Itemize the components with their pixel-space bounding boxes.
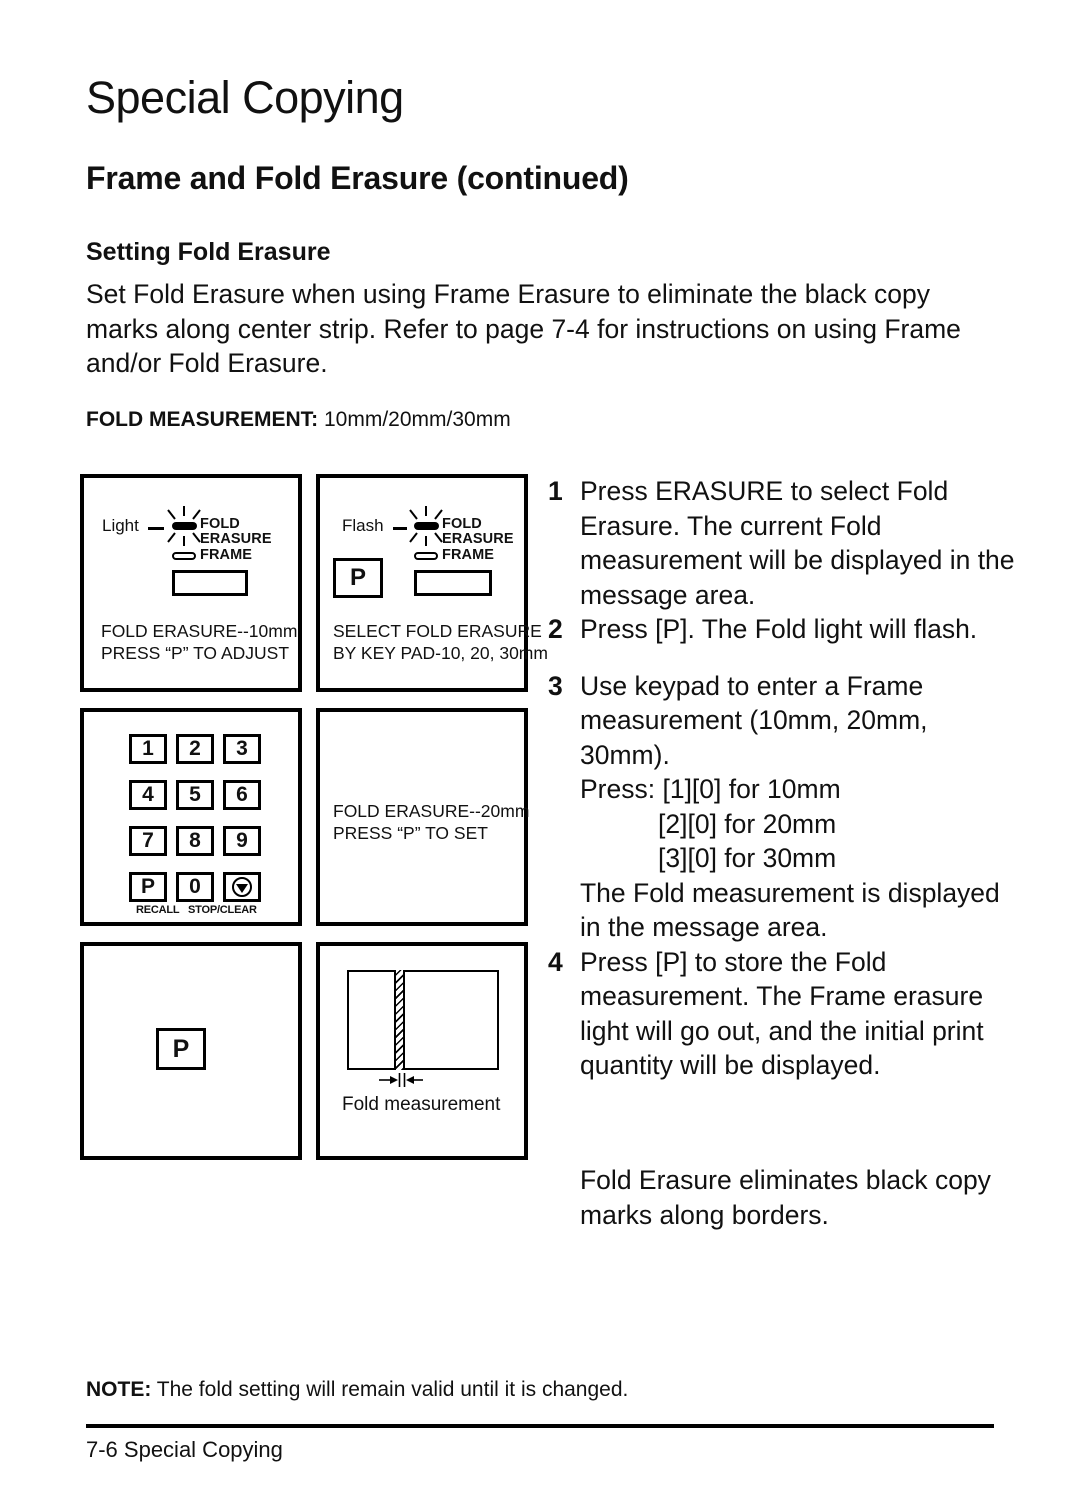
footer-note: NOTE: The fold setting will remain valid… [86, 1378, 628, 1402]
step-item-2: 2 Press [P]. The Fold light will flash. [548, 612, 1018, 647]
step-item-3: 3 Use keypad to enter a Frame measuremen… [548, 669, 1018, 945]
step-number: 1 [548, 476, 563, 506]
keypad-key-6[interactable]: 6 [223, 780, 261, 810]
figure-panel-press-p: P [80, 942, 302, 1160]
closing-paragraph: Fold Erasure eliminates black copy marks… [580, 1165, 991, 1230]
keypad-key-0[interactable]: 0 [176, 872, 214, 902]
instruction-steps: 1 Press ERASURE to select Fold Erasure. … [548, 474, 1018, 1083]
step-text-block: Use keypad to enter a Frame measurement … [580, 669, 1018, 945]
keypad-sublabel-stop-clear: STOP/CLEAR [188, 904, 257, 916]
fold-measurement-line: FOLD MEASUREMENT: 10mm/20mm/30mm [86, 408, 511, 432]
led-unlit-indicator [172, 552, 196, 560]
keypad-key-2[interactable]: 2 [176, 734, 214, 764]
keypad-key-p[interactable]: P [129, 872, 167, 902]
keypad-key-7[interactable]: 7 [129, 826, 167, 856]
note-label: NOTE: [86, 1378, 152, 1401]
figure-panel-keypad: 1 2 3 4 5 6 7 8 9 P 0 RECALL STOP/CLEAR [80, 708, 302, 926]
step-text: Press [P]. The Fold light will flash. [580, 614, 978, 644]
step-number: 4 [548, 946, 563, 977]
led-unlit-indicator [414, 552, 438, 560]
figure-panel-fold-10mm: Light FOLD ERASURE FRAME FOLD ERASURE--1… [80, 474, 302, 692]
step-text: Press [P] to store the Fold measurement.… [580, 946, 984, 1081]
stop-clear-icon [232, 877, 252, 897]
section-title: Frame and Fold Erasure (continued) [86, 160, 629, 196]
led-lit-indicator [172, 522, 197, 530]
keypad-key-8[interactable]: 8 [176, 826, 214, 856]
step-number: 2 [548, 614, 563, 644]
p-key-button[interactable]: P [156, 1028, 206, 1070]
fold-measurement-values: 10mm/20mm/30mm [318, 408, 511, 431]
fold-strip-hatched [394, 970, 405, 1070]
step3-press-line2: [2][0] for 20mm [658, 808, 837, 839]
numeric-keypad: 1 2 3 4 5 6 7 8 9 P 0 RECALL STOP/CLEAR [84, 712, 298, 922]
keypad-key-3[interactable]: 3 [223, 734, 261, 764]
p-key-button[interactable]: P [333, 558, 383, 598]
flash-state-label: Flash [342, 516, 384, 535]
panel2-caption-line2: BY KEY PAD-10, 20, 30mm [333, 643, 548, 663]
panel2-caption-line1: SELECT FOLD ERASURE [333, 621, 542, 641]
page-title: Special Copying [86, 72, 404, 123]
step3-tail: The Fold measurement is displayed in the… [580, 877, 1000, 943]
step3-text: Use keypad to enter a Frame measurement … [580, 670, 928, 770]
fold-measurement-label: FOLD MEASUREMENT: [86, 408, 319, 431]
intro-paragraph: Set Fold Erasure when using Frame Erasur… [86, 279, 961, 378]
message-area-window [414, 570, 492, 596]
led-label-erasure: ERASURE [200, 531, 272, 547]
figure-panel-fold-20mm: FOLD ERASURE--20mm PRESS “P” TO SET [316, 708, 530, 926]
step-number: 3 [548, 670, 563, 701]
document-page: Special Copying Frame and Fold Erasure (… [0, 0, 1080, 1512]
step-text: Press ERASURE to select Fold Erasure. Th… [580, 476, 1015, 610]
panel6-caption: Fold measurement [342, 1094, 501, 1115]
message-area-window [172, 570, 248, 596]
step3-press-line3: [3][0] for 30mm [658, 843, 837, 873]
subsection-title: Setting Fold Erasure [86, 238, 331, 266]
fold-dimension-arrows [377, 1072, 425, 1088]
step-item-1: 1 Press ERASURE to select Fold Erasure. … [548, 474, 1018, 612]
step-item-4: 4 Press [P] to store the Fold measuremen… [548, 945, 1018, 1083]
panel1-caption-line1: FOLD ERASURE--10mm [101, 621, 298, 641]
led-label-frame: FRAME [442, 547, 495, 563]
keypad-key-5[interactable]: 5 [176, 780, 214, 810]
keypad-key-1[interactable]: 1 [129, 734, 167, 764]
keypad-key-stop-clear[interactable] [223, 872, 261, 902]
keypad-key-9[interactable]: 9 [223, 826, 261, 856]
copy-sheet-outline [347, 970, 499, 1070]
figure-panel-fold-measurement: Fold measurement [316, 942, 528, 1160]
light-state-label: Light [102, 516, 139, 535]
led-label-erasure: ERASURE [442, 531, 514, 547]
note-text: The fold setting will remain valid until… [151, 1378, 629, 1401]
panel4-caption-line1: FOLD ERASURE--20mm [333, 801, 530, 821]
figure-panel-select-fold: Flash FOLD ERASURE FRAME P SELECT FOLD E… [316, 474, 548, 692]
panel1-caption-line2: PRESS “P” TO ADJUST [101, 643, 290, 663]
led-lit-indicator [414, 522, 439, 530]
panel4-caption-line2: PRESS “P” TO SET [333, 823, 488, 843]
page-folio: 7-6 Special Copying [86, 1437, 283, 1462]
step3-press-lead: Press: [1][0] for 10mm [580, 774, 841, 804]
footer-rule [86, 1424, 994, 1428]
keypad-sublabel-recall: RECALL [136, 904, 180, 916]
led-label-frame: FRAME [200, 547, 253, 563]
keypad-key-4[interactable]: 4 [129, 780, 167, 810]
